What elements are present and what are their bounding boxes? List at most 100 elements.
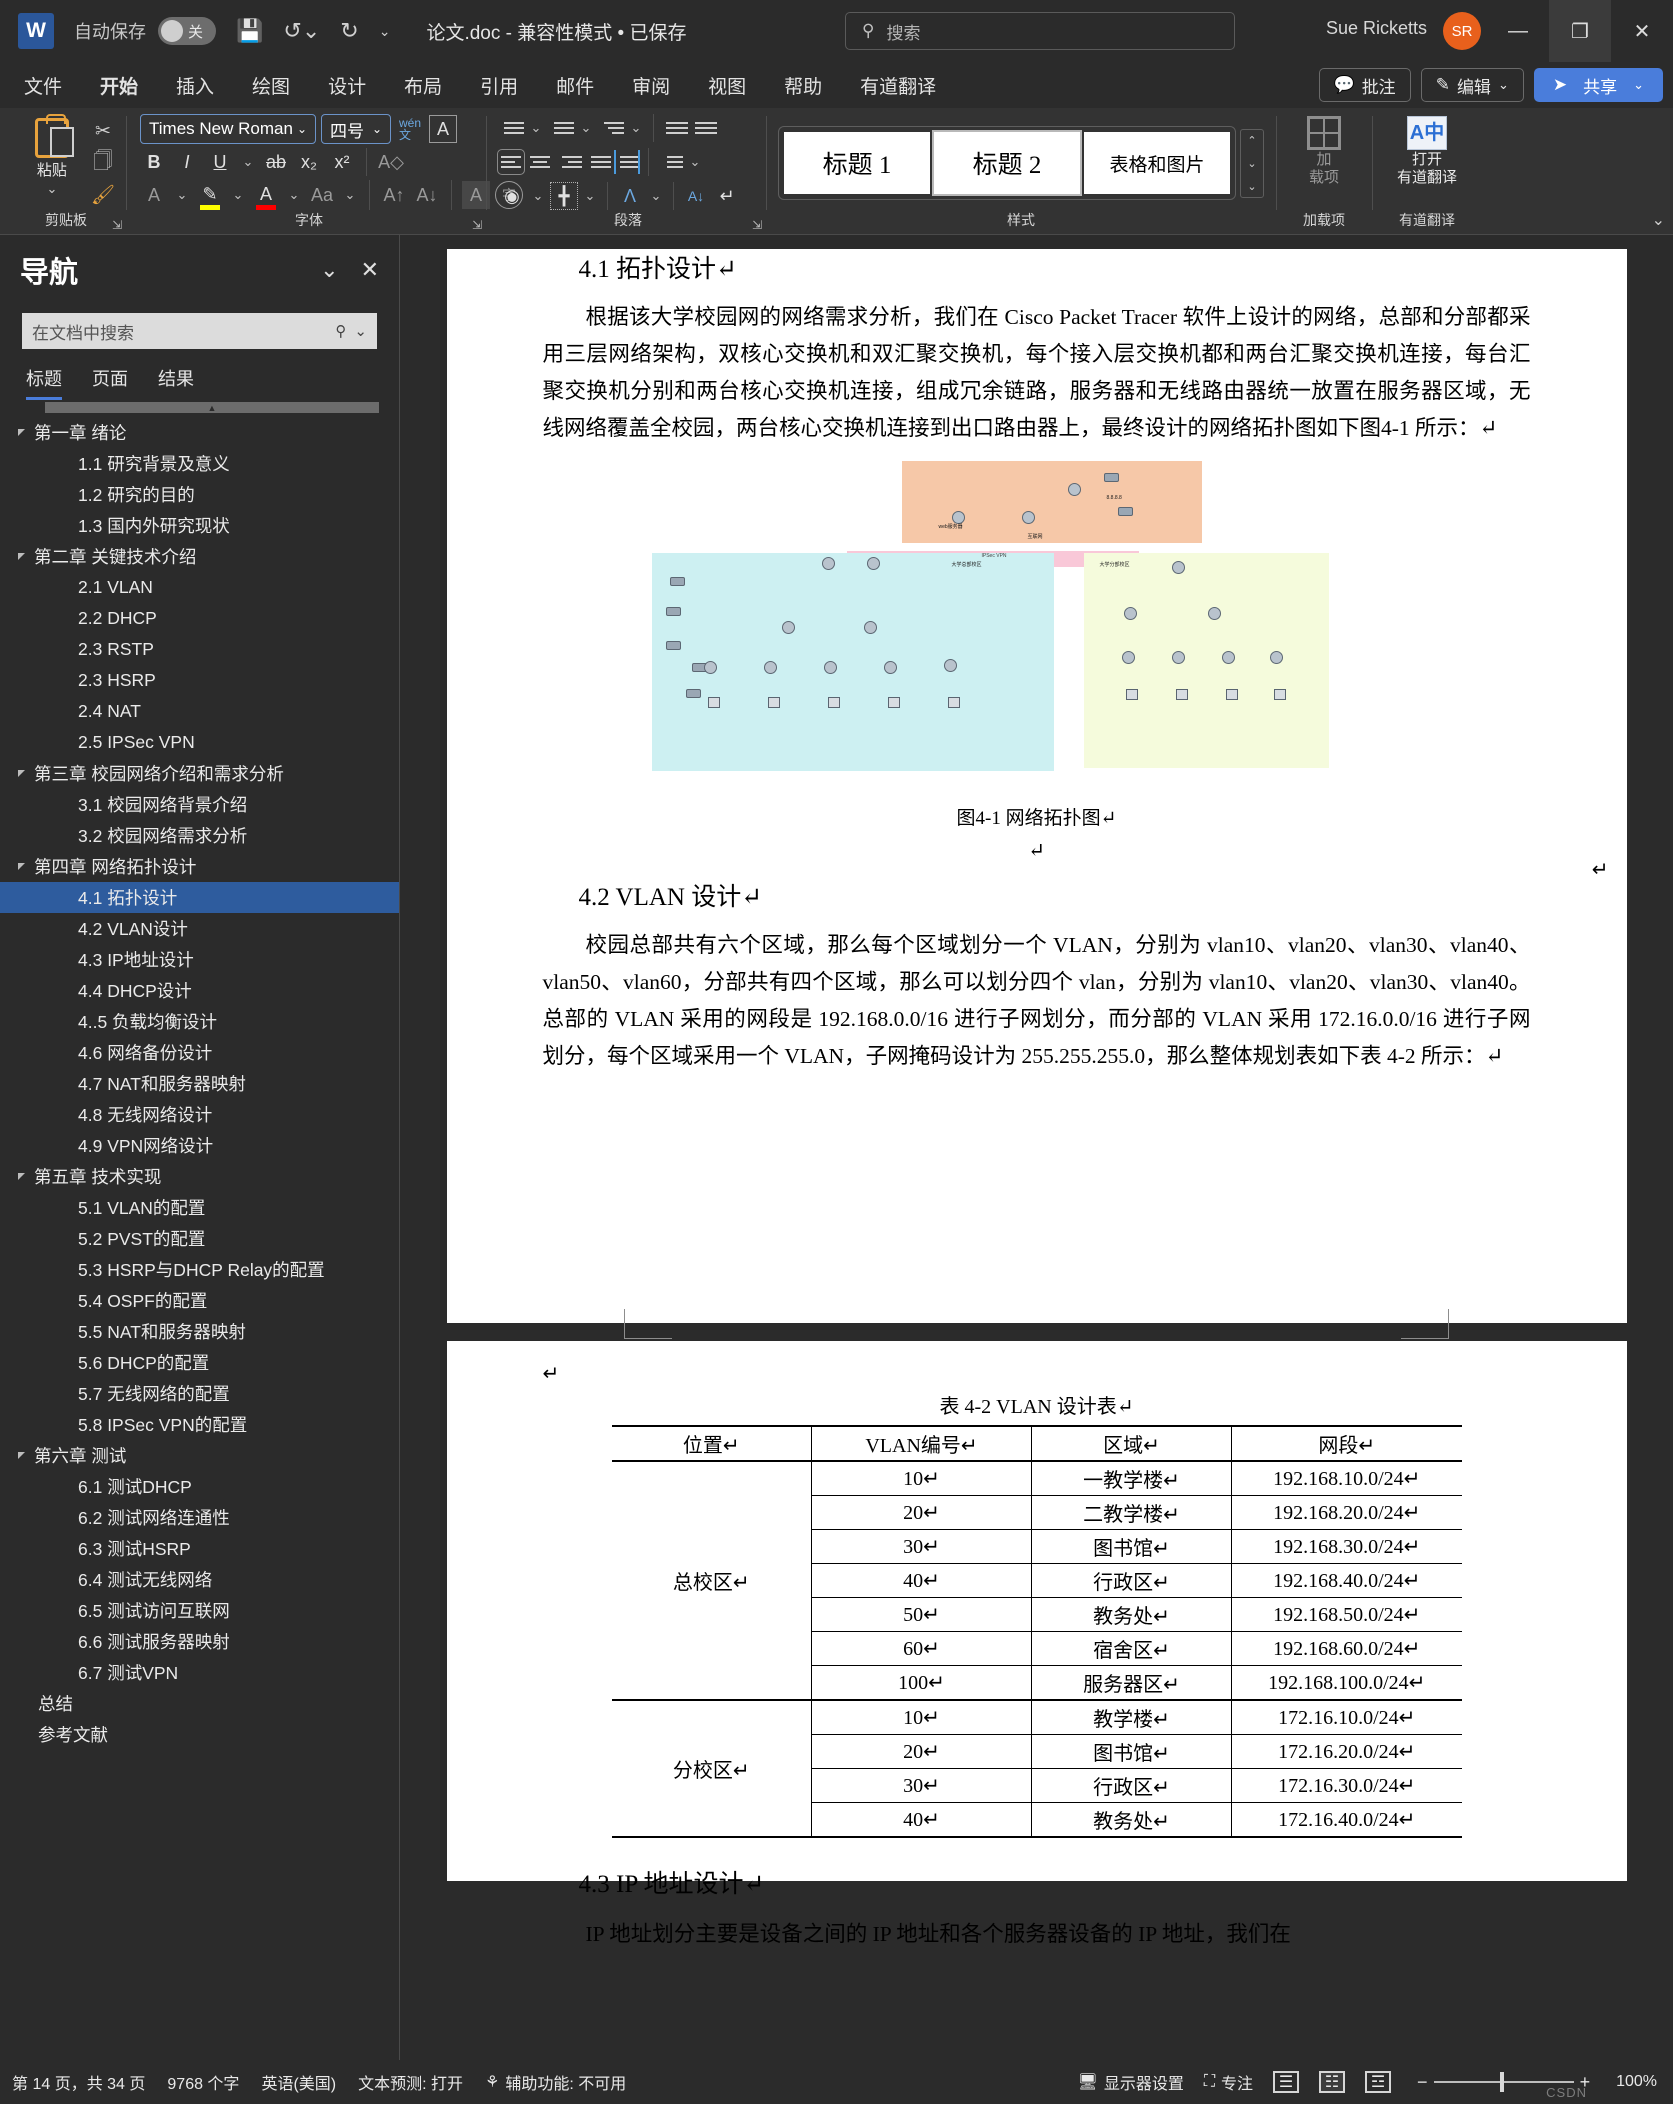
nav-tab-results[interactable]: 结果 bbox=[158, 365, 194, 400]
autosave-toggle[interactable]: 关 bbox=[158, 17, 216, 45]
avatar[interactable]: SR bbox=[1443, 12, 1481, 50]
nav-item[interactable]: 5.2 PVST的配置 bbox=[0, 1223, 399, 1254]
nav-item[interactable]: 6.6 测试服务器映射 bbox=[0, 1626, 399, 1657]
ribbon-tab-references[interactable]: 引用 bbox=[466, 67, 532, 104]
access-switch-a4[interactable] bbox=[883, 660, 897, 674]
gallery-scroll-up-icon[interactable]: ⌃ bbox=[1241, 130, 1263, 151]
grow-font-icon[interactable]: A↑ bbox=[380, 181, 408, 209]
top-server[interactable] bbox=[1103, 472, 1119, 482]
nav-item[interactable]: 2.2 DHCP bbox=[0, 603, 399, 634]
core-switch-1[interactable] bbox=[821, 556, 835, 570]
nav-item[interactable]: 1.2 研究的目的 bbox=[0, 479, 399, 510]
nav-item[interactable]: 6.4 测试无线网络 bbox=[0, 1564, 399, 1595]
nav-item[interactable]: 4.7 NAT和服务器映射 bbox=[0, 1068, 399, 1099]
search-box[interactable]: ⚲ 搜索 bbox=[845, 12, 1235, 50]
chevron-down-icon[interactable]: ⌄ bbox=[686, 148, 704, 176]
nav-item[interactable]: 第五章 技术实现 bbox=[0, 1161, 399, 1192]
clipboard-dialog-launcher[interactable]: ⇲ bbox=[112, 218, 122, 232]
expand-triangle-icon[interactable] bbox=[18, 863, 25, 870]
nav-tab-headings[interactable]: 标题 bbox=[26, 365, 62, 400]
expand-triangle-icon[interactable] bbox=[18, 770, 25, 777]
chevron-down-icon[interactable]: ⌄ bbox=[577, 114, 595, 142]
heading-4-2[interactable]: 4.2 VLAN 设计↵ bbox=[543, 877, 1531, 913]
nav-item[interactable]: 4..5 负载均衡设计 bbox=[0, 1006, 399, 1037]
paragraph-4-2[interactable]: 校园总部共有六个区域，那么每个区域划分一个 VLAN，分别为 vlan10、vl… bbox=[543, 927, 1531, 1075]
pc-main-1[interactable] bbox=[767, 696, 780, 708]
branch-dist-switch-1[interactable] bbox=[1123, 606, 1137, 620]
ribbon-tab-file[interactable]: 文件 bbox=[10, 67, 76, 104]
branch-access-switch-1[interactable] bbox=[1121, 650, 1135, 664]
nav-item[interactable]: 1.1 研究背景及意义 bbox=[0, 448, 399, 479]
pc-branch-8[interactable] bbox=[1225, 688, 1238, 700]
open-youdao-button[interactable]: A中 打开 有道翻译 bbox=[1388, 116, 1466, 187]
access-switch-a3[interactable] bbox=[823, 660, 837, 674]
underline-button[interactable]: U bbox=[206, 148, 234, 176]
chevron-down-icon[interactable]: ⌄ bbox=[627, 114, 645, 142]
pc-branch-9[interactable] bbox=[1273, 688, 1286, 700]
bold-button[interactable]: B bbox=[140, 148, 168, 176]
nav-item[interactable]: 6.2 测试网络连通性 bbox=[0, 1502, 399, 1533]
distribute-icon[interactable] bbox=[614, 150, 640, 174]
gallery-scroll-down-icon[interactable]: ⌄ bbox=[1241, 153, 1263, 174]
ribbon-tab-help[interactable]: 帮助 bbox=[770, 67, 836, 104]
paste-button[interactable]: 粘贴 ⌄ bbox=[17, 114, 87, 197]
align-center-icon[interactable] bbox=[527, 150, 553, 174]
branch-access-switch-2[interactable] bbox=[1171, 650, 1185, 664]
addins-button[interactable]: 加 载项 bbox=[1285, 116, 1363, 187]
collapse-ribbon-icon[interactable]: ⌄ bbox=[1652, 210, 1665, 230]
nav-item[interactable]: 3.2 校园网络需求分析 bbox=[0, 820, 399, 851]
nav-item[interactable]: 5.5 NAT和服务器映射 bbox=[0, 1316, 399, 1347]
save-icon[interactable]: 💾 bbox=[236, 18, 263, 44]
decrease-indent-icon[interactable] bbox=[662, 116, 688, 140]
nav-item[interactable]: 4.3 IP地址设计 bbox=[0, 944, 399, 975]
expand-triangle-icon[interactable] bbox=[18, 1173, 25, 1180]
phonetic-icon[interactable]: Λ bbox=[616, 182, 644, 210]
chevron-down-icon[interactable]: ⌄ bbox=[229, 181, 247, 209]
ribbon-tab-design[interactable]: 设计 bbox=[314, 67, 380, 104]
word-icon[interactable]: W bbox=[18, 13, 54, 49]
chevron-down-icon[interactable]: ⌄ bbox=[529, 182, 547, 210]
italic-button[interactable]: I bbox=[173, 148, 201, 176]
bullet-list-icon[interactable] bbox=[498, 116, 524, 140]
vlan-design-table[interactable]: 位置↵ VLAN编号↵ 区域↵ 网段↵ 总校区↵ 10↵ 一教学楼↵ 192.168.… bbox=[611, 1425, 1462, 1838]
nav-item[interactable]: 5.3 HSRP与DHCP Relay的配置 bbox=[0, 1254, 399, 1285]
highlighter-button[interactable]: ✎ bbox=[196, 180, 224, 210]
chevron-down-icon[interactable]: ⌄ bbox=[354, 322, 367, 340]
nav-item[interactable]: 5.1 VLAN的配置 bbox=[0, 1192, 399, 1223]
dhcp-server[interactable] bbox=[665, 640, 681, 650]
chevron-down-icon[interactable]: ⌄ bbox=[581, 182, 599, 210]
comments-button[interactable]: 💬 批注 bbox=[1318, 68, 1411, 102]
nav-item[interactable]: 5.8 IPSec VPN的配置 bbox=[0, 1409, 399, 1440]
chevron-down-icon[interactable]: ⌄ bbox=[285, 181, 303, 209]
internet-cloud-router[interactable] bbox=[1021, 510, 1035, 524]
nav-tab-pages[interactable]: 页面 bbox=[92, 365, 128, 400]
document-page-1[interactable]: 4.1 拓扑设计↵ 根据该大学校园网的网络需求分析，我们在 Cisco Pack… bbox=[446, 249, 1627, 1323]
ribbon-tab-home[interactable]: 开始 bbox=[86, 67, 152, 112]
nav-item[interactable]: 5.7 无线网络的配置 bbox=[0, 1378, 399, 1409]
heading-4-3[interactable]: 4.3 IP 地址设计↵ bbox=[543, 1864, 1531, 1900]
multilevel-list-icon[interactable] bbox=[598, 116, 624, 140]
phonetic-guide-icon[interactable]: wén 文 bbox=[396, 115, 424, 143]
nav-item[interactable]: 参考文献 bbox=[0, 1719, 399, 1750]
pc-branch-6[interactable] bbox=[1125, 688, 1138, 700]
zoom-level[interactable]: 100% bbox=[1616, 2073, 1657, 2091]
paragraph-dialog-launcher[interactable]: ⇲ bbox=[752, 218, 762, 232]
style-table-and-figure[interactable]: 表格和图片 bbox=[1084, 132, 1230, 194]
navigation-heading-list[interactable]: 第一章 绪论 1.1 研究背景及意义 1.2 研究的目的 1.3 国内外研究现状 第二章… bbox=[0, 415, 399, 2060]
shrink-font-icon[interactable]: A↓ bbox=[413, 181, 441, 209]
pc-main-4[interactable] bbox=[947, 696, 960, 708]
word-count[interactable]: 9768 个字 bbox=[167, 2070, 239, 2094]
user-name[interactable]: Sue Ricketts bbox=[1326, 18, 1427, 39]
justify-icon[interactable] bbox=[585, 150, 611, 174]
pc-branch-7[interactable] bbox=[1175, 688, 1188, 700]
expand-triangle-icon[interactable] bbox=[18, 1452, 25, 1459]
nav-item[interactable]: 2.1 VLAN bbox=[0, 572, 399, 603]
ribbon-tab-mailings[interactable]: 邮件 bbox=[542, 67, 608, 104]
align-left-icon[interactable] bbox=[497, 149, 525, 175]
zoom-track[interactable] bbox=[1433, 2072, 1574, 2092]
document-page-2[interactable]: ↵ 表 4-2 VLAN 设计表↵ 位置↵ VLAN编号↵ 区域↵ 网段↵ 总校… bbox=[446, 1341, 1627, 1946]
access-switch-a1[interactable] bbox=[703, 660, 717, 674]
redo-icon[interactable]: ↻ bbox=[340, 18, 358, 44]
paragraph-4-3[interactable]: IP 地址划分主要是设备之间的 IP 地址和各个服务器设备的 IP 地址，我们在 bbox=[543, 1916, 1531, 1953]
chevron-down-icon[interactable]: ⌄ bbox=[46, 181, 57, 197]
